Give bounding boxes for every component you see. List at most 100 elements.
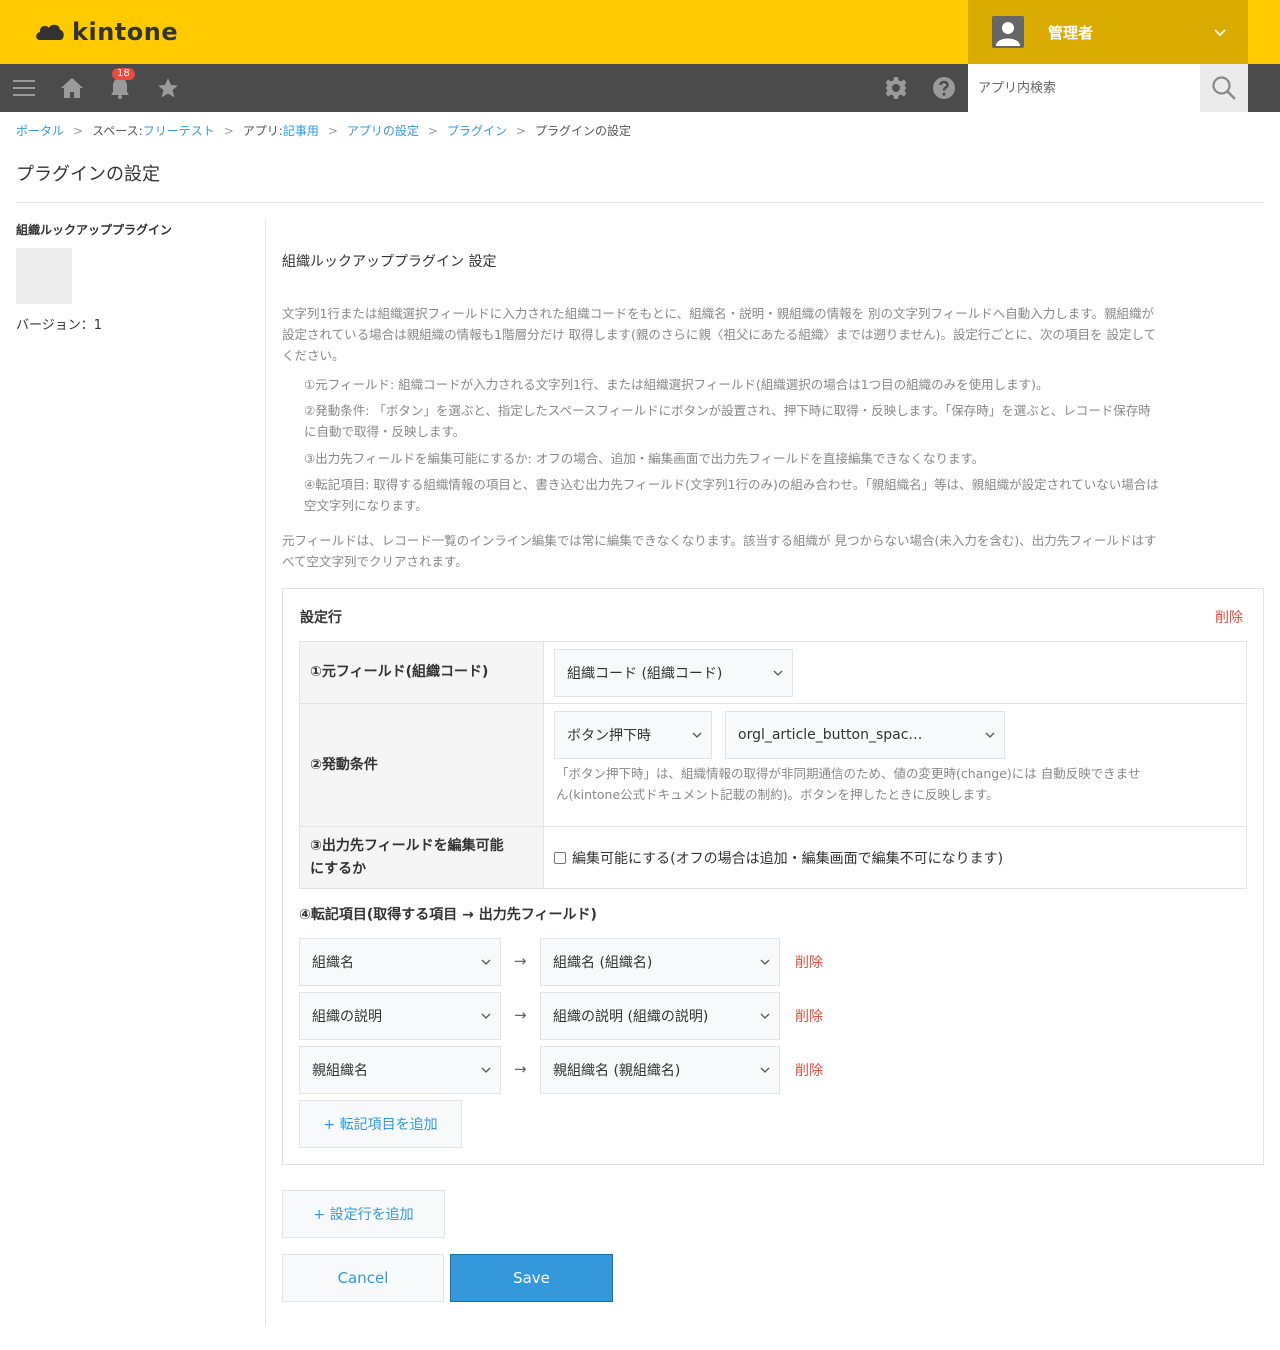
trigger-select[interactable]: ボタン押下時 (554, 711, 712, 759)
breadcrumb-space-prefix: スペース: (92, 124, 143, 138)
search-button[interactable] (1200, 64, 1248, 112)
plugin-version: バージョン：1 (16, 318, 103, 333)
trigger-label: ②発動条件 (300, 704, 544, 826)
description-item-line: に自動で取得・反映します。 (304, 424, 466, 439)
mapping-source-select[interactable]: 組織の説明 (299, 992, 501, 1040)
mapping-target-select[interactable]: 親組織名 (親組織名) (540, 1046, 780, 1094)
cancel-button[interactable]: Cancel (282, 1254, 444, 1302)
mapping-delete-button[interactable]: 削除 (795, 1060, 823, 1080)
trigger-note: 「ボタン押下時」は、組織情報の取得が非同期通信のため、値の変更時(change)… (556, 763, 1232, 805)
description-item-4: ④転記項目: 取得する組織情報の項目と、書き込む出力先フィールド(文字列1行のみ… (304, 474, 1260, 516)
chevron-down-icon (481, 1067, 491, 1073)
page-title: プラグインの設定 (16, 164, 160, 185)
mapping-target-select[interactable]: 組織名 (組織名) (540, 938, 780, 986)
app-search-input[interactable] (968, 64, 1200, 112)
chevron-down-icon (1214, 29, 1226, 37)
trigger-note-line: ん(kintone公式ドキュメント記載の制約)。ボタンを押したときに反映します。 (556, 787, 999, 802)
description-footer: 元フィールドは、レコード一覧のインライン編集では常に編集できなくなります。該当す… (282, 530, 1262, 572)
user-avatar-icon (992, 16, 1024, 48)
cloud-logo-icon (36, 24, 64, 40)
chevron-down-icon (773, 670, 783, 676)
breadcrumb-space-link[interactable]: フリーテスト (143, 122, 215, 139)
description-item-line: 空文字列になります。 (304, 498, 428, 513)
description-line: 文字列1行または組織選択フィールドに入力された組織コードをもとに、組織名・説明・… (282, 306, 1155, 321)
description-line: べて空文字列でクリアされます。 (282, 554, 468, 569)
description-item-line: ④転記項目: 取得する組織情報の項目と、書き込む出力先フィールド(文字列1行のみ… (304, 477, 1159, 492)
divider (16, 202, 1264, 203)
breadcrumb-separator: > (327, 123, 338, 138)
description-item-line: ①元フィールド: 組織コードが入力される文字列1行、または組織選択フィールド(組… (304, 377, 1049, 392)
config-row-title: 設定行 (300, 610, 342, 626)
trigger-note-line: 「ボタン押下時」は、組織情報の取得が非同期通信のため、値の変更時(change)… (556, 766, 1141, 781)
mapping-source-value: 組織の説明 (312, 1009, 382, 1025)
breadcrumb-app-settings-link[interactable]: アプリの設定 (347, 122, 419, 139)
breadcrumb-separator: > (73, 123, 84, 138)
column-divider (265, 220, 266, 1326)
mapping-target-value: 組織の説明 (組織の説明) (553, 1009, 709, 1025)
user-name: 管理者 (1048, 24, 1094, 42)
settings-title: 組織ルックアッププラグイン 設定 (282, 254, 497, 270)
kintone-logo[interactable]: kintone (34, 16, 178, 48)
source-field-select[interactable]: 組織コード (組織コード) (554, 649, 793, 697)
star-icon[interactable] (156, 76, 180, 100)
mapping-arrow: → (514, 1060, 527, 1078)
plugin-icon (16, 248, 72, 304)
editable-checkbox[interactable] (554, 852, 566, 864)
description-line: 元フィールドは、レコード一覧のインライン編集では常に編集できなくなります。該当す… (282, 533, 1157, 548)
chevron-down-icon (760, 959, 770, 965)
description-item-line: ②発動条件: 「ボタン」を選ぶと、指定したスペースフィールドにボタンが設置され、… (304, 403, 1151, 418)
mapping-delete-button[interactable]: 削除 (795, 952, 823, 972)
mapping-source-value: 組織名 (312, 955, 354, 971)
editable-label-line: にするか (310, 860, 367, 877)
breadcrumb-plugins-link[interactable]: プラグイン (447, 122, 507, 139)
mapping-target-select[interactable]: 組織の説明 (組織の説明) (540, 992, 780, 1040)
menu-icon[interactable] (12, 76, 36, 100)
trigger-value: ボタン押下時 (567, 728, 651, 744)
source-field-value: 組織コード (組織コード) (567, 666, 723, 682)
home-icon[interactable] (60, 76, 84, 100)
breadcrumb-app-link[interactable]: 記事用 (283, 122, 319, 139)
editable-checkbox-group[interactable]: 編集可能にする(オフの場合は追加・編集画面で編集不可になります) (554, 848, 1003, 868)
help-icon[interactable] (932, 76, 956, 100)
top-header: kintone 管理者 (0, 0, 1280, 64)
chevron-down-icon (481, 959, 491, 965)
breadcrumb-portal-link[interactable]: ポータル (16, 122, 64, 139)
space-field-select[interactable]: orgl_article_button_spac… (725, 711, 1005, 759)
description: 文字列1行または組織選択フィールドに入力された組織コードをもとに、組織名・説明・… (282, 303, 1262, 366)
space-field-value: orgl_article_button_spac… (738, 727, 923, 743)
mapping-source-select[interactable]: 組織名 (299, 938, 501, 986)
description-line: ください。 (282, 348, 345, 363)
breadcrumb-app-prefix: アプリ: (242, 124, 283, 138)
plugin-name: 組織ルックアッププラグイン (16, 223, 173, 237)
description-item-line: ③出力先フィールドを編集可能にするか: オフの場合、追加・編集画面で出力先フィー… (304, 451, 985, 466)
breadcrumb-separator: > (515, 123, 527, 138)
search-icon (1212, 76, 1236, 100)
chevron-down-icon (481, 1013, 491, 1019)
mapping-title: ④転記項目(取得する項目 → 出力先フィールド) (299, 907, 597, 923)
notification-badge: 18 (112, 68, 135, 80)
mapping-source-value: 親組織名 (312, 1063, 368, 1079)
breadcrumb-separator: > (427, 123, 438, 138)
chevron-down-icon (760, 1067, 770, 1073)
mapping-arrow: → (514, 952, 527, 970)
logo-text: kintone (72, 18, 179, 46)
source-field-label: ①元フィールド(組織コード) (300, 642, 544, 703)
description-item-2: ②発動条件: 「ボタン」を選ぶと、指定したスペースフィールドにボタンが設置され、… (304, 400, 1260, 442)
mapping-delete-button[interactable]: 削除 (795, 1006, 823, 1026)
user-menu[interactable]: 管理者 (968, 0, 1248, 64)
description-item-3: ③出力先フィールドを編集可能にするか: オフの場合、追加・編集画面で出力先フィー… (304, 448, 1260, 469)
breadcrumb-separator: > (223, 123, 234, 138)
save-button[interactable]: Save (450, 1254, 613, 1302)
mapping-source-select[interactable]: 親組織名 (299, 1046, 501, 1094)
breadcrumb-current: プラグインの設定 (535, 124, 632, 138)
mapping-arrow: → (514, 1006, 527, 1024)
add-config-row-button[interactable]: + 設定行を追加 (282, 1190, 445, 1238)
chevron-down-icon (692, 732, 702, 738)
editable-checkbox-label[interactable]: 編集可能にする(オフの場合は追加・編集画面で編集不可になります) (572, 848, 1003, 868)
delete-row-button[interactable]: 削除 (1215, 607, 1243, 627)
mapping-target-value: 組織名 (組織名) (553, 955, 653, 971)
add-mapping-button[interactable]: + 転記項目を追加 (299, 1100, 462, 1148)
gear-icon[interactable] (884, 76, 908, 100)
chevron-down-icon (760, 1013, 770, 1019)
mapping-target-value: 親組織名 (親組織名) (553, 1063, 681, 1079)
